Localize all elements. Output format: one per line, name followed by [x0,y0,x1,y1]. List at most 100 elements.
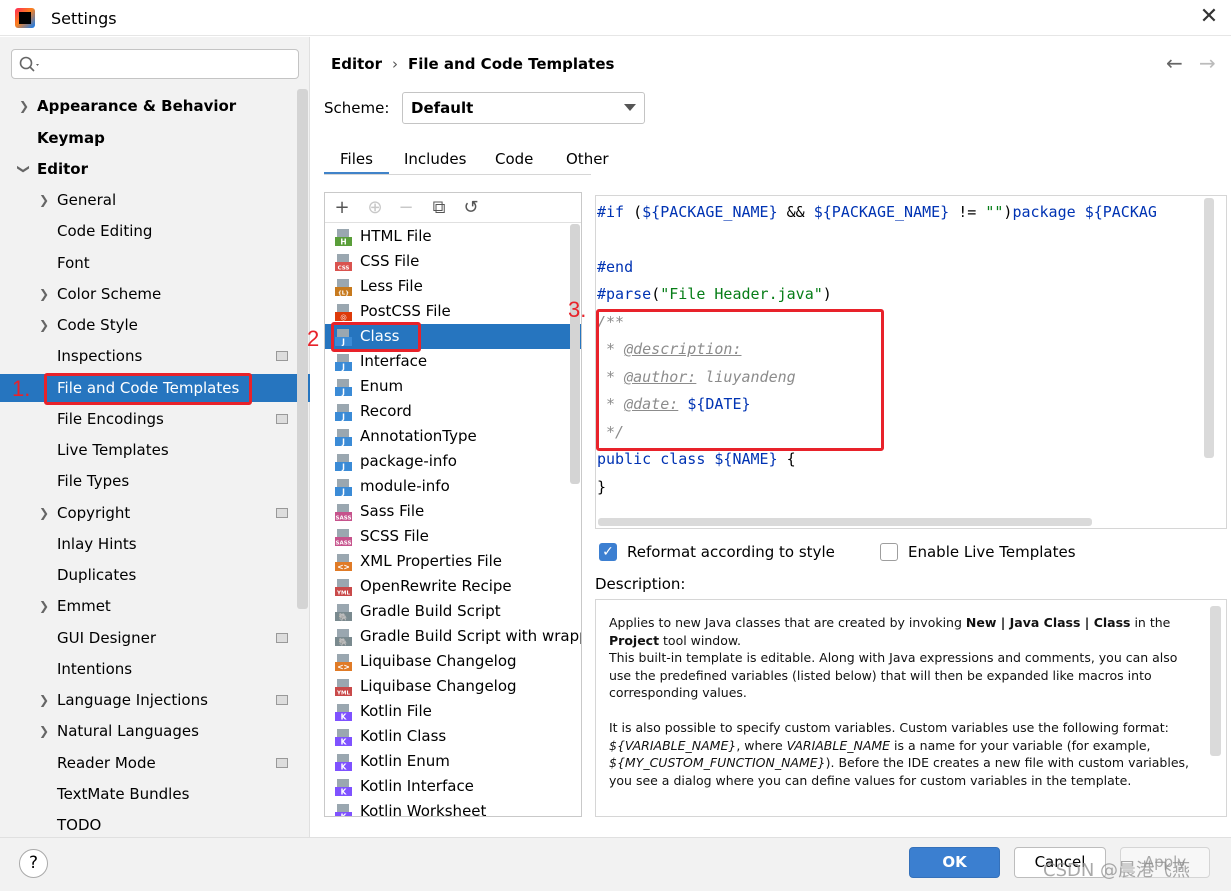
tab-code[interactable]: Code [479,145,549,175]
sidebar-item-copyright[interactable]: ❯ Copyright [0,499,310,527]
sidebar-item-color-scheme[interactable]: ❯ Color Scheme [0,280,310,308]
template-item[interactable]: J Class [325,324,581,349]
chevron-right-icon[interactable]: ❯ [38,280,50,308]
template-item[interactable]: Jpackage-info [325,449,581,474]
svg-text:SASS: SASS [336,541,352,547]
live-templates-checkbox[interactable] [880,543,898,561]
chevron-down-icon[interactable]: ❯ [10,163,38,175]
chevron-right-icon[interactable]: ❯ [38,499,50,527]
java-interface-icon: J [335,354,352,371]
back-arrow-icon[interactable]: ← [1166,51,1183,75]
svg-text:◎: ◎ [340,313,347,322]
editor-horizontal-scrollbar[interactable] [598,518,1092,526]
sidebar-item-textmate-bundles[interactable]: TextMate Bundles [0,780,310,808]
sidebar-item-file-and-code-templates[interactable]: File and Code Templates [0,374,310,402]
editor-vertical-scrollbar[interactable] [1204,198,1214,458]
description-scrollbar[interactable] [1210,606,1221,756]
sidebar-item-editor[interactable]: ❯ Editor [0,155,310,183]
remove-template-icon[interactable]: − [395,197,417,219]
sidebar-item-gui-designer[interactable]: GUI Designer [0,624,310,652]
breadcrumb-editor[interactable]: Editor [331,55,382,73]
close-icon[interactable]: ✕ [1196,4,1222,30]
reset-template-icon[interactable]: ↺ [460,197,482,219]
chevron-right-icon[interactable]: ❯ [38,592,50,620]
description-text: Applies to new Java classes that are cre… [609,614,1194,807]
reformat-checkbox[interactable]: ✓ [599,543,617,561]
sidebar-item-appearance-behavior[interactable]: ❯ Appearance & Behavior [0,92,310,120]
template-item[interactable]: YML OpenRewrite Recipe [325,574,581,599]
svg-text:🐘: 🐘 [339,613,348,622]
template-item-label: Gradle Build Script with wrapper [360,627,582,645]
sidebar-item-keymap[interactable]: Keymap [0,124,310,152]
chevron-right-icon[interactable]: ❯ [18,92,30,120]
settings-sidebar: ❯ Appearance & Behavior Keymap ❯ Editor … [0,37,310,837]
sidebar-item-language-injections[interactable]: ❯ Language Injections [0,686,310,714]
svg-text:YML: YML [336,591,350,597]
sidebar-item-code-editing[interactable]: Code Editing [0,217,310,245]
sidebar-item-todo[interactable]: TODO [0,811,310,839]
forward-arrow-icon[interactable]: → [1199,51,1216,75]
template-item-label: Kotlin File [360,702,432,720]
template-item[interactable]: K Kotlin Interface [325,774,581,799]
kotlin-file-icon: K [335,704,352,721]
template-item[interactable]: SASS SCSS File [325,524,581,549]
template-item[interactable]: K Kotlin Enum [325,749,581,774]
template-item[interactable]: CSS CSS File [325,249,581,274]
template-item[interactable]: J Interface [325,349,581,374]
sidebar-item-general[interactable]: ❯ General [0,186,310,214]
template-item[interactable]: Jmodule-info [325,474,581,499]
template-item[interactable]: {L} Less File [325,274,581,299]
sidebar-item-file-types[interactable]: File Types [0,467,310,495]
liquibase-xml-icon: <> [335,654,352,671]
template-code-editor[interactable]: #if (${PACKAGE_NAME} && ${PACKAGE_NAME} … [595,195,1227,529]
template-item[interactable]: J AnnotationType [325,424,581,449]
sidebar-item-inspections[interactable]: Inspections [0,342,310,370]
tab-includes[interactable]: Includes [388,145,482,175]
tab-files[interactable]: Files [324,145,389,175]
template-item[interactable]: SASS Sass File [325,499,581,524]
template-item[interactable]: K Kotlin Worksheet [325,799,581,816]
create-child-template-icon[interactable]: ⊕ [364,197,386,219]
template-item[interactable]: ◎ PostCSS File [325,299,581,324]
template-item[interactable]: 🐘 Gradle Build Script with wrapper [325,624,581,649]
sidebar-item-emmet[interactable]: ❯ Emmet [0,592,310,620]
ok-button[interactable]: OK [909,847,1000,878]
sidebar-item-file-encodings[interactable]: File Encodings [0,405,310,433]
template-item[interactable]: YML Liquibase Changelog [325,674,581,699]
chevron-right-icon[interactable]: ❯ [38,717,50,745]
chevron-right-icon[interactable]: ❯ [38,186,50,214]
sidebar-item-intentions[interactable]: Intentions [0,655,310,683]
sidebar-item-reader-mode[interactable]: Reader Mode [0,749,310,777]
sidebar-item-code-style[interactable]: ❯ Code Style [0,311,310,339]
description-paragraph-1: Applies to new Java classes that are cre… [609,615,1178,700]
sidebar-item-duplicates[interactable]: Duplicates [0,561,310,589]
yml-file-icon: YML [335,579,352,597]
template-item[interactable]: K Kotlin Class [325,724,581,749]
tab-other[interactable]: Other [550,145,625,175]
breadcrumb-file-and-code-templates: File and Code Templates [408,55,615,73]
reformat-label: Reformat according to style [627,543,835,561]
template-item[interactable]: <> XML Properties File [325,549,581,574]
svg-text:🐘: 🐘 [339,638,348,647]
add-template-icon[interactable]: + [331,197,353,219]
sidebar-item-live-templates[interactable]: Live Templates [0,436,310,464]
sidebar-item-natural-languages[interactable]: ❯ Natural Languages [0,717,310,745]
template-item[interactable]: K Kotlin File [325,699,581,724]
template-item[interactable]: J Record [325,399,581,424]
svg-text:J: J [341,413,345,422]
template-item[interactable]: H HTML File [325,224,581,249]
template-item[interactable]: 🐘 Gradle Build Script [325,599,581,624]
template-item[interactable]: J Enum [325,374,581,399]
copy-template-icon[interactable]: ⧉ [428,197,450,219]
chevron-right-icon[interactable]: ❯ [38,311,50,339]
chevron-right-icon[interactable]: ❯ [38,686,50,714]
help-button[interactable]: ? [19,849,48,878]
sidebar-item-font[interactable]: Font [0,249,310,277]
search-input[interactable] [11,49,299,79]
template-item-label: PostCSS File [360,302,451,320]
template-list-scrollbar[interactable] [570,224,580,484]
template-item-label: Record [360,402,412,420]
sidebar-item-inlay-hints[interactable]: Inlay Hints [0,530,310,558]
scheme-select[interactable]: Default [402,92,645,124]
template-item[interactable]: <> Liquibase Changelog [325,649,581,674]
